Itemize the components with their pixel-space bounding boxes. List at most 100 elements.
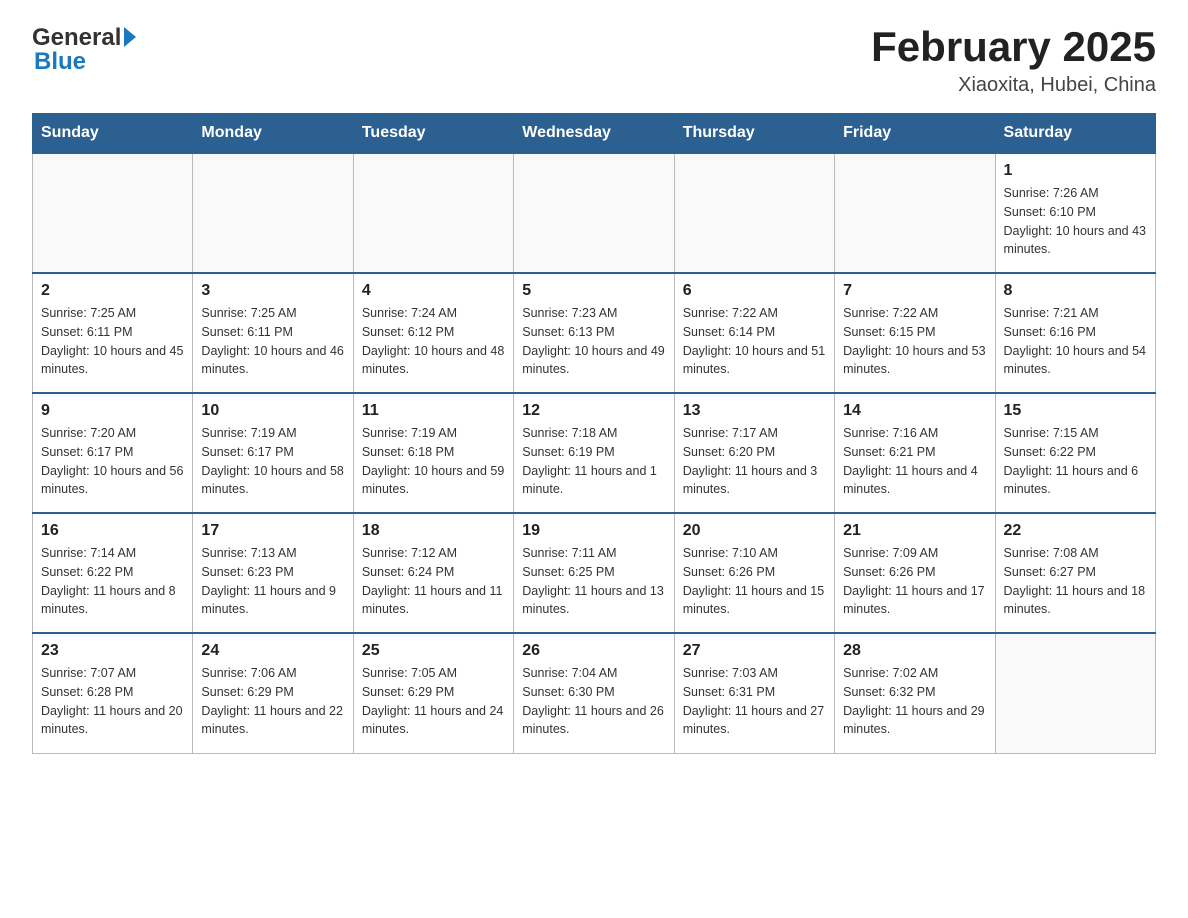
calendar-cell: 2 Sunrise: 7:25 AMSunset: 6:11 PMDaylight…	[33, 273, 193, 393]
calendar-cell: 23 Sunrise: 7:07 AMSunset: 6:28 PMDayligh…	[33, 633, 193, 753]
calendar-cell: 13Sunrise: 7:17 AMSunset: 6:20 PMDayligh…	[674, 393, 834, 513]
day-info: Sunrise: 7:20 AMSunset: 6:17 PMDaylight:…	[41, 424, 184, 499]
day-info: Sunrise: 7:14 AMSunset: 6:22 PMDaylight:…	[41, 544, 184, 619]
day-info: Sunrise: 7:24 AMSunset: 6:12 PMDaylight:…	[362, 304, 505, 379]
day-info: Sunrise: 7:12 AMSunset: 6:24 PMDaylight:…	[362, 544, 505, 619]
weekday-header-friday: Friday	[835, 114, 995, 154]
calendar-cell: 10 Sunrise: 7:19 AMSunset: 6:17 PMDayligh…	[193, 393, 353, 513]
day-number: 23	[41, 642, 184, 660]
day-number: 24	[201, 642, 344, 660]
calendar-week-row: 2 Sunrise: 7:25 AMSunset: 6:11 PMDaylight…	[33, 273, 1156, 393]
calendar-week-row: 1 Sunrise: 7:26 AMSunset: 6:10 PMDaylight…	[33, 153, 1156, 273]
day-info: Sunrise: 7:16 AMSunset: 6:21 PMDaylight:…	[843, 424, 986, 499]
calendar-cell: 26 Sunrise: 7:04 AMSunset: 6:30 PMDayligh…	[514, 633, 674, 753]
calendar-cell: 17 Sunrise: 7:13 AMSunset: 6:23 PMDayligh…	[193, 513, 353, 633]
calendar-cell: 11Sunrise: 7:19 AMSunset: 6:18 PMDayligh…	[353, 393, 513, 513]
day-info: Sunrise: 7:26 AMSunset: 6:10 PMDaylight:…	[1004, 184, 1147, 259]
day-info: Sunrise: 7:11 AMSunset: 6:25 PMDaylight:…	[522, 544, 665, 619]
weekday-header-saturday: Saturday	[995, 114, 1155, 154]
calendar-cell: 25 Sunrise: 7:05 AMSunset: 6:29 PMDayligh…	[353, 633, 513, 753]
day-number: 8	[1004, 282, 1147, 300]
day-info: Sunrise: 7:06 AMSunset: 6:29 PMDaylight:…	[201, 664, 344, 739]
day-info: Sunrise: 7:25 AMSunset: 6:11 PMDaylight:…	[41, 304, 184, 379]
day-number: 25	[362, 642, 505, 660]
day-number: 10	[201, 402, 344, 420]
calendar-cell: 28 Sunrise: 7:02 AMSunset: 6:32 PMDayligh…	[835, 633, 995, 753]
calendar-cell: 8Sunrise: 7:21 AMSunset: 6:16 PMDaylight…	[995, 273, 1155, 393]
calendar-cell	[33, 153, 193, 273]
calendar-cell	[353, 153, 513, 273]
calendar-cell: 4 Sunrise: 7:24 AMSunset: 6:12 PMDaylight…	[353, 273, 513, 393]
calendar-cell: 6Sunrise: 7:22 AMSunset: 6:14 PMDaylight…	[674, 273, 834, 393]
day-number: 21	[843, 522, 986, 540]
day-info: Sunrise: 7:10 AMSunset: 6:26 PMDaylight:…	[683, 544, 826, 619]
day-info: Sunrise: 7:15 AMSunset: 6:22 PMDaylight:…	[1004, 424, 1147, 499]
calendar-cell: 24 Sunrise: 7:06 AMSunset: 6:29 PMDayligh…	[193, 633, 353, 753]
calendar-cell: 12 Sunrise: 7:18 AMSunset: 6:19 PMDayligh…	[514, 393, 674, 513]
day-number: 1	[1004, 162, 1147, 180]
weekday-header-tuesday: Tuesday	[353, 114, 513, 154]
day-number: 13	[683, 402, 826, 420]
weekday-header-sunday: Sunday	[33, 114, 193, 154]
day-info: Sunrise: 7:19 AMSunset: 6:17 PMDaylight:…	[201, 424, 344, 499]
calendar-cell: 19 Sunrise: 7:11 AMSunset: 6:25 PMDayligh…	[514, 513, 674, 633]
month-year-title: February 2025	[871, 24, 1156, 70]
day-number: 28	[843, 642, 986, 660]
calendar-cell: 3 Sunrise: 7:25 AMSunset: 6:11 PMDaylight…	[193, 273, 353, 393]
day-info: Sunrise: 7:04 AMSunset: 6:30 PMDaylight:…	[522, 664, 665, 739]
weekday-header-thursday: Thursday	[674, 114, 834, 154]
day-info: Sunrise: 7:07 AMSunset: 6:28 PMDaylight:…	[41, 664, 184, 739]
calendar-cell: 9Sunrise: 7:20 AMSunset: 6:17 PMDaylight…	[33, 393, 193, 513]
day-info: Sunrise: 7:08 AMSunset: 6:27 PMDaylight:…	[1004, 544, 1147, 619]
calendar-header-row: SundayMondayTuesdayWednesdayThursdayFrid…	[33, 114, 1156, 154]
calendar-cell: 5 Sunrise: 7:23 AMSunset: 6:13 PMDaylight…	[514, 273, 674, 393]
day-number: 17	[201, 522, 344, 540]
day-info: Sunrise: 7:23 AMSunset: 6:13 PMDaylight:…	[522, 304, 665, 379]
calendar-cell: 27 Sunrise: 7:03 AMSunset: 6:31 PMDayligh…	[674, 633, 834, 753]
calendar-table: SundayMondayTuesdayWednesdayThursdayFrid…	[32, 113, 1156, 754]
weekday-header-wednesday: Wednesday	[514, 114, 674, 154]
day-number: 3	[201, 282, 344, 300]
day-info: Sunrise: 7:22 AMSunset: 6:15 PMDaylight:…	[843, 304, 986, 379]
logo-triangle-icon	[124, 27, 136, 47]
day-info: Sunrise: 7:22 AMSunset: 6:14 PMDaylight:…	[683, 304, 826, 379]
calendar-week-row: 16Sunrise: 7:14 AMSunset: 6:22 PMDayligh…	[33, 513, 1156, 633]
logo-blue-text: Blue	[34, 48, 86, 76]
calendar-cell: 14 Sunrise: 7:16 AMSunset: 6:21 PMDayligh…	[835, 393, 995, 513]
calendar-cell	[674, 153, 834, 273]
day-info: Sunrise: 7:19 AMSunset: 6:18 PMDaylight:…	[362, 424, 505, 499]
calendar-cell	[835, 153, 995, 273]
day-number: 20	[683, 522, 826, 540]
title-block: February 2025 Xiaoxita, Hubei, China	[871, 24, 1156, 97]
day-info: Sunrise: 7:13 AMSunset: 6:23 PMDaylight:…	[201, 544, 344, 619]
day-number: 22	[1004, 522, 1147, 540]
day-number: 27	[683, 642, 826, 660]
day-number: 18	[362, 522, 505, 540]
day-number: 7	[843, 282, 986, 300]
day-info: Sunrise: 7:25 AMSunset: 6:11 PMDaylight:…	[201, 304, 344, 379]
calendar-cell: 18 Sunrise: 7:12 AMSunset: 6:24 PMDayligh…	[353, 513, 513, 633]
day-number: 12	[522, 402, 665, 420]
day-number: 26	[522, 642, 665, 660]
calendar-cell: 22 Sunrise: 7:08 AMSunset: 6:27 PMDayligh…	[995, 513, 1155, 633]
calendar-cell	[514, 153, 674, 273]
day-info: Sunrise: 7:05 AMSunset: 6:29 PMDaylight:…	[362, 664, 505, 739]
day-number: 4	[362, 282, 505, 300]
calendar-week-row: 23 Sunrise: 7:07 AMSunset: 6:28 PMDayligh…	[33, 633, 1156, 753]
day-info: Sunrise: 7:09 AMSunset: 6:26 PMDaylight:…	[843, 544, 986, 619]
calendar-week-row: 9Sunrise: 7:20 AMSunset: 6:17 PMDaylight…	[33, 393, 1156, 513]
calendar-cell: 15 Sunrise: 7:15 AMSunset: 6:22 PMDayligh…	[995, 393, 1155, 513]
day-info: Sunrise: 7:03 AMSunset: 6:31 PMDaylight:…	[683, 664, 826, 739]
calendar-cell: 7 Sunrise: 7:22 AMSunset: 6:15 PMDaylight…	[835, 273, 995, 393]
calendar-cell: 20 Sunrise: 7:10 AMSunset: 6:26 PMDayligh…	[674, 513, 834, 633]
day-number: 19	[522, 522, 665, 540]
day-info: Sunrise: 7:18 AMSunset: 6:19 PMDaylight:…	[522, 424, 665, 499]
calendar-cell: 21 Sunrise: 7:09 AMSunset: 6:26 PMDayligh…	[835, 513, 995, 633]
day-info: Sunrise: 7:02 AMSunset: 6:32 PMDaylight:…	[843, 664, 986, 739]
day-number: 15	[1004, 402, 1147, 420]
location-subtitle: Xiaoxita, Hubei, China	[871, 74, 1156, 97]
day-number: 14	[843, 402, 986, 420]
day-number: 5	[522, 282, 665, 300]
calendar-cell: 16Sunrise: 7:14 AMSunset: 6:22 PMDayligh…	[33, 513, 193, 633]
day-number: 2	[41, 282, 184, 300]
